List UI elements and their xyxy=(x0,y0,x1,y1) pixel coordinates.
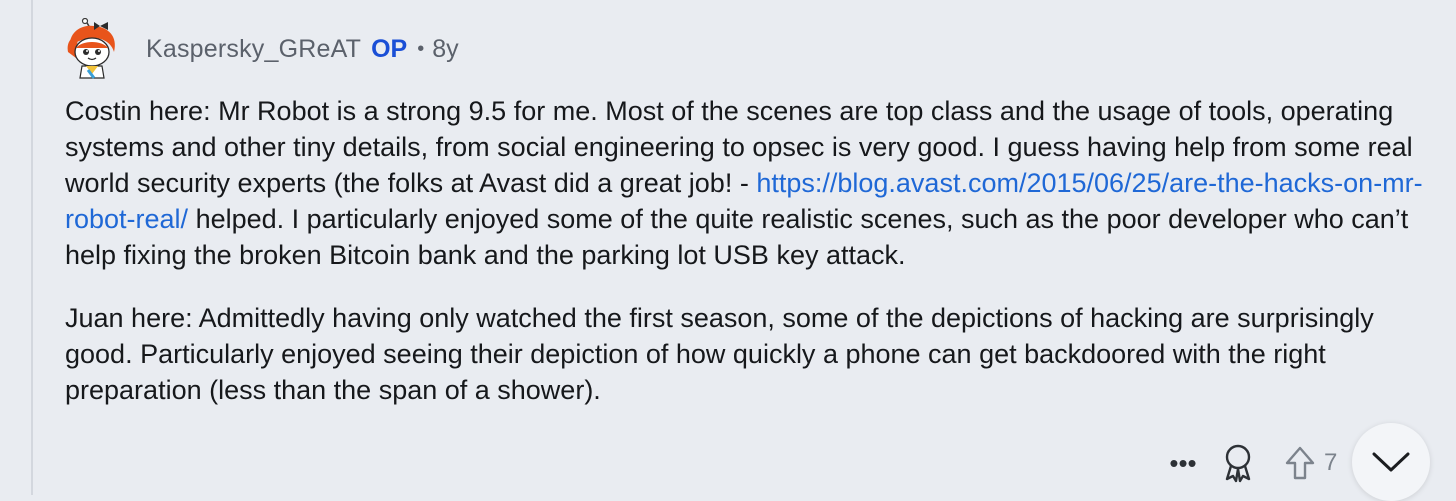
vote-count: 7 xyxy=(1324,449,1338,476)
comment-actions: ••• 7 xyxy=(1166,440,1337,486)
comment-author[interactable]: Kaspersky_GReAT xyxy=(146,35,361,64)
comment-header: Kaspersky_GReAT OP • 8y xyxy=(64,14,459,84)
more-options-button[interactable]: ••• xyxy=(1166,440,1200,486)
comment-body: Costin here: Mr Robot is a strong 9.5 fo… xyxy=(65,93,1435,408)
paragraph-1-text-after: helped. I particularly enjoyed some of t… xyxy=(65,204,1409,270)
chevron-down-icon xyxy=(1372,452,1410,472)
award-button[interactable] xyxy=(1218,440,1258,486)
upvote-arrow-icon xyxy=(1285,446,1315,480)
comment-paragraph-2: Juan here: Admittedly having only watche… xyxy=(65,303,1374,405)
comment-age: 8y xyxy=(432,34,459,63)
more-options-icon: ••• xyxy=(1169,447,1197,478)
award-icon xyxy=(1225,444,1251,483)
collapse-button[interactable] xyxy=(1352,423,1430,501)
snoo-avatar-icon[interactable] xyxy=(64,18,122,80)
comment-paragraph-1: Costin here: Mr Robot is a strong 9.5 fo… xyxy=(65,93,1435,273)
op-badge: OP xyxy=(371,34,408,63)
thread-line xyxy=(31,0,33,495)
meta-separator: • xyxy=(417,37,425,60)
upvote-button[interactable] xyxy=(1280,440,1320,486)
